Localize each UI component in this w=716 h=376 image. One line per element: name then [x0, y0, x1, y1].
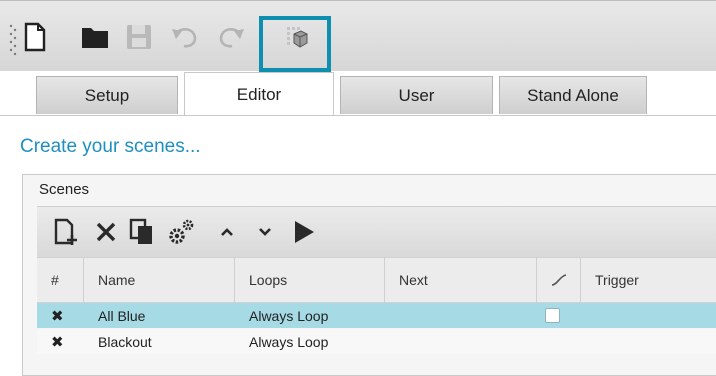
scene-name: Blackout — [98, 333, 152, 350]
table-row[interactable]: ✖ All Blue Always Loop — [37, 303, 716, 328]
settings-gears-icon — [169, 219, 194, 244]
scenes-panel: Scenes # Name Loops Next Trigger ✖ All B… — [22, 174, 716, 376]
table-row[interactable]: ✖ Blackout Always Loop — [37, 329, 716, 354]
fade-curve-icon — [551, 274, 567, 286]
scene-loops: Always Loop — [249, 333, 329, 350]
column-header-next[interactable]: Next — [385, 258, 537, 302]
scenes-toolbar — [37, 206, 716, 257]
tab-setup[interactable]: Setup — [36, 76, 178, 114]
scene-settings-button[interactable] — [165, 215, 197, 249]
scene-next — [385, 329, 537, 354]
copy-scene-icon — [129, 218, 152, 244]
tab-editor[interactable]: Editor — [184, 72, 334, 116]
undo-icon — [172, 28, 197, 48]
undo-button[interactable] — [168, 19, 202, 55]
move-down-button[interactable] — [251, 215, 279, 249]
new-file-icon — [24, 22, 46, 52]
scene-loops: Always Loop — [249, 307, 329, 324]
move-down-icon — [259, 228, 271, 236]
main-toolbar — [0, 0, 716, 72]
delete-row-icon[interactable]: ✖ — [37, 329, 84, 354]
redo-icon — [219, 28, 244, 48]
new-file-button[interactable] — [20, 19, 50, 55]
scene-fade-cell — [537, 303, 581, 328]
column-header-number[interactable]: # — [37, 258, 84, 302]
scenes-table-header: # Name Loops Next Trigger — [37, 257, 716, 303]
move-up-icon — [221, 228, 233, 236]
scene-name: All Blue — [98, 307, 146, 324]
delete-row-icon[interactable]: ✖ — [37, 303, 84, 328]
redo-button[interactable] — [214, 19, 248, 55]
add-scene-button[interactable] — [51, 215, 81, 249]
column-header-trigger[interactable]: Trigger — [581, 258, 716, 302]
column-header-loops[interactable]: Loops — [235, 258, 385, 302]
add-scene-icon — [54, 218, 77, 245]
highlight-frame — [259, 16, 331, 72]
page-heading: Create your scenes... — [20, 136, 201, 157]
tab-bar: Setup Editor User Stand Alone — [0, 72, 716, 116]
column-header-fade[interactable] — [537, 258, 581, 302]
save-button[interactable] — [122, 19, 156, 55]
tab-user[interactable]: User — [340, 76, 493, 114]
scene-next — [385, 303, 537, 328]
open-folder-button[interactable] — [78, 19, 112, 55]
tabs-divider — [0, 115, 716, 116]
column-header-name[interactable]: Name — [84, 258, 235, 302]
delete-scene-icon — [96, 222, 116, 242]
copy-scene-button[interactable] — [127, 215, 157, 249]
open-folder-icon — [82, 28, 108, 48]
play-icon — [295, 221, 314, 243]
save-icon — [127, 25, 151, 49]
play-button[interactable] — [289, 215, 319, 249]
delete-scene-button[interactable] — [91, 215, 121, 249]
move-up-button[interactable] — [213, 215, 241, 249]
scene-fade-checkbox[interactable] — [545, 308, 560, 323]
scenes-title: Scenes — [39, 181, 90, 198]
toolbar-grip-icon[interactable] — [9, 23, 17, 57]
tab-stand-alone[interactable]: Stand Alone — [499, 76, 647, 114]
